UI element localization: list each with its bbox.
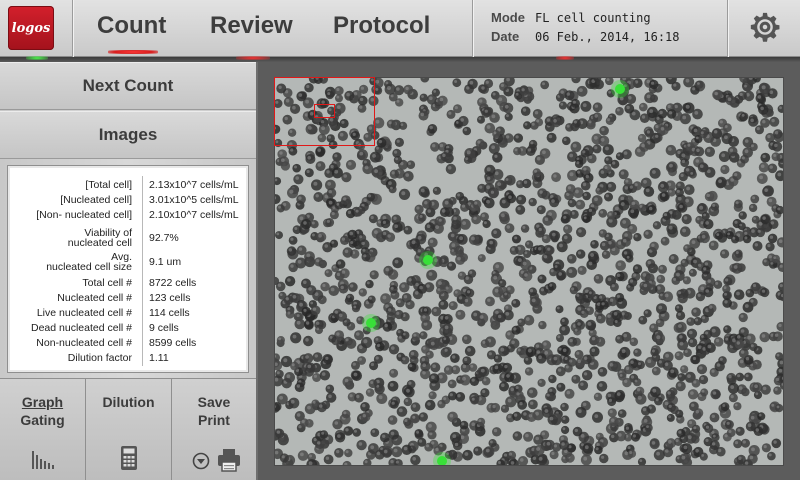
divider bbox=[727, 0, 728, 57]
zoom-region-box[interactable] bbox=[314, 104, 335, 118]
action-panel: Graph Gating Dilution Save Print bbox=[0, 378, 256, 480]
column-separator bbox=[142, 176, 143, 366]
result-label: Dead nucleated cell # bbox=[31, 322, 132, 334]
result-label: Dilution factor bbox=[67, 352, 132, 364]
results-panel: [Total cell] 2.13x10^7 cells/mL [Nucleate… bbox=[7, 165, 249, 373]
active-tab-indicator bbox=[108, 50, 158, 54]
divider bbox=[472, 0, 473, 57]
bar-chart-icon bbox=[32, 451, 54, 469]
divider bbox=[72, 0, 73, 57]
graph-gating-button[interactable]: Graph Gating bbox=[0, 379, 86, 480]
gear-icon[interactable] bbox=[748, 10, 782, 44]
status-led-red bbox=[236, 56, 270, 60]
result-value: 8599 cells bbox=[149, 337, 197, 349]
result-label: [Non- nucleated cell] bbox=[36, 209, 132, 221]
dilution-label: Dilution bbox=[102, 394, 155, 410]
save-down-icon bbox=[192, 452, 210, 470]
result-label: Live nucleated cell # bbox=[36, 307, 132, 319]
graph-label: Graph bbox=[21, 394, 64, 410]
date-label: Date bbox=[491, 29, 520, 44]
result-label: [Total cell] bbox=[85, 179, 132, 191]
save-label: Save bbox=[197, 394, 231, 410]
tab-review[interactable]: Review bbox=[210, 12, 293, 40]
gating-label: Gating bbox=[20, 412, 65, 428]
result-label: [Nucleated cell] bbox=[60, 194, 132, 206]
mode-value: FL cell counting bbox=[535, 11, 651, 25]
images-button[interactable]: Images bbox=[0, 111, 256, 159]
result-label: Non-nucleated cell # bbox=[36, 337, 132, 349]
date-row: Date 06 Feb., 2014, 16:18 bbox=[491, 29, 680, 44]
tab-count[interactable]: Count bbox=[97, 12, 166, 40]
result-value: 2.13x10^7 cells/mL bbox=[149, 179, 239, 191]
result-label: Total cell # bbox=[82, 277, 132, 289]
logo: logos bbox=[8, 6, 54, 50]
tab-protocol[interactable]: Protocol bbox=[333, 12, 430, 40]
result-value: 2.10x10^7 cells/mL bbox=[149, 209, 239, 221]
top-bar: logos Count Review Protocol Mode FL cell … bbox=[0, 0, 800, 57]
status-led-red bbox=[556, 56, 574, 60]
printer-icon bbox=[218, 449, 240, 472]
result-value: 92.7% bbox=[149, 232, 179, 244]
result-value: 3.01x10^5 cells/mL bbox=[149, 194, 239, 206]
print-label: Print bbox=[198, 412, 230, 428]
result-value: 9 cells bbox=[149, 322, 179, 334]
result-value: 123 cells bbox=[149, 292, 191, 304]
result-label: Viability of nucleated cell bbox=[67, 227, 132, 249]
dilution-button[interactable]: Dilution bbox=[86, 379, 172, 480]
mode-label: Mode bbox=[491, 10, 525, 25]
result-label: Avg. nucleated cell size bbox=[46, 251, 132, 273]
calculator-icon bbox=[121, 446, 137, 470]
result-value: 114 cells bbox=[149, 307, 190, 319]
save-print-button[interactable]: Save Print bbox=[172, 379, 256, 480]
status-led-green bbox=[26, 56, 48, 60]
result-label: Nucleated cell # bbox=[57, 292, 132, 304]
result-value: 1.11 bbox=[149, 352, 169, 364]
result-value: 8722 cells bbox=[149, 277, 197, 289]
logo-text: logos bbox=[11, 20, 51, 36]
date-value: 06 Feb., 2014, 16:18 bbox=[535, 30, 680, 44]
result-value: 9.1 um bbox=[149, 256, 182, 268]
mode-row: Mode FL cell counting bbox=[491, 10, 651, 25]
next-count-button[interactable]: Next Count bbox=[0, 62, 256, 110]
left-panel: Next Count Images [Total cell] 2.13x10^7 … bbox=[0, 62, 256, 480]
